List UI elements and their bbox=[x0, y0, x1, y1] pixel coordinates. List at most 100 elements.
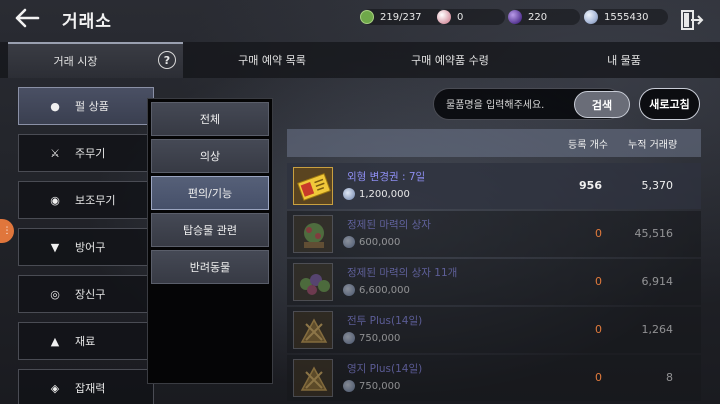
category-accessory[interactable]: ◎ 장신구 bbox=[18, 275, 154, 313]
listed-count: 956 bbox=[579, 179, 602, 192]
item-name: 외형 변경권 : 7일 bbox=[347, 171, 426, 183]
top-bar: 거래소 219/237 0 220 1555430 bbox=[0, 0, 720, 38]
trade-volume: 1,264 bbox=[641, 323, 674, 336]
subcategory-mount[interactable]: 탑승물 관련 bbox=[151, 213, 269, 247]
material-icon: ▲ bbox=[50, 334, 60, 348]
price-value: 600,000 bbox=[359, 236, 401, 248]
tab-market[interactable]: 거래 시장 bbox=[8, 42, 183, 78]
subcategory-label: 편의/기능 bbox=[187, 187, 233, 200]
sub-weapon-icon: ◉ bbox=[50, 193, 60, 207]
silver-coin-icon bbox=[343, 284, 355, 296]
silver-coin-icon bbox=[343, 188, 355, 200]
pearl-icon bbox=[437, 10, 451, 24]
refresh-button[interactable]: 새로고침 bbox=[639, 88, 700, 120]
tab-my-items[interactable]: 내 물품 bbox=[539, 42, 709, 78]
item-name: 정제된 마력의 상자 bbox=[347, 219, 431, 231]
table-row[interactable]: 전투 Plus(14일) 750,000 0 1,264 bbox=[287, 307, 701, 353]
subcategory-convenience[interactable]: 편의/기능 bbox=[151, 176, 269, 210]
category-material[interactable]: ▲ 재료 bbox=[18, 322, 154, 360]
listed-count: 0 bbox=[595, 371, 602, 384]
trade-volume: 8 bbox=[666, 371, 673, 384]
item-price: 750,000 bbox=[343, 332, 400, 344]
exit-icon[interactable] bbox=[680, 9, 704, 31]
item-price: 600,000 bbox=[343, 236, 400, 248]
subcategory-label: 탑승물 관련 bbox=[182, 224, 238, 237]
back-arrow-icon[interactable] bbox=[12, 6, 42, 30]
crystal-value: 220 bbox=[528, 11, 548, 23]
trade-volume: 6,914 bbox=[641, 275, 674, 288]
item-name: 영지 Plus(14일) bbox=[347, 363, 423, 375]
silver-coin-icon bbox=[584, 10, 598, 24]
main-weapon-icon: ⚔ bbox=[50, 146, 60, 160]
header-count: 등록 개수 bbox=[568, 140, 608, 151]
category-label: 장신구 bbox=[75, 288, 106, 301]
listed-count: 0 bbox=[595, 323, 602, 336]
table-row[interactable]: 정제된 마력의 상자 11개 6,600,000 0 6,914 bbox=[287, 259, 701, 305]
subcategory-costume[interactable]: 의상 bbox=[151, 139, 269, 173]
table-row[interactable]: 외형 변경권 : 7일 1,200,000 956 5,370 bbox=[287, 163, 701, 209]
energy-icon bbox=[360, 10, 374, 24]
energy-counter: 219/237 bbox=[360, 9, 446, 25]
plus-buff-icon bbox=[294, 360, 332, 396]
subcategory-label: 반려동물 bbox=[189, 261, 231, 274]
energy-value: 219/237 bbox=[380, 11, 422, 23]
silver-coin-icon bbox=[343, 236, 355, 248]
category-list: ● 펄 상품 ⚔ 주무기 ◉ 보조무기 ▼ 방어구 ◎ 장신구 ▲ 재료 ◈ 잡… bbox=[18, 87, 154, 404]
tab-label: 구매 예약 목록 bbox=[238, 54, 306, 67]
category-pearl-items[interactable]: ● 펄 상품 bbox=[18, 87, 154, 125]
pearl-value: 0 bbox=[457, 11, 464, 23]
table-row[interactable]: 영지 Plus(14일) 750,000 0 8 bbox=[287, 355, 701, 401]
pearl-counter: 0 bbox=[437, 9, 505, 25]
page-title: 거래소 bbox=[62, 12, 112, 32]
silver-value: 1555430 bbox=[604, 11, 649, 23]
magic-box-icon bbox=[294, 216, 332, 252]
search-button[interactable]: 검색 bbox=[574, 91, 630, 118]
category-misc[interactable]: ◈ 잡재력 bbox=[18, 369, 154, 404]
tab-label: 내 물품 bbox=[607, 54, 641, 67]
listed-count: 0 bbox=[595, 275, 602, 288]
category-armor[interactable]: ▼ 방어구 bbox=[18, 228, 154, 266]
subcategory-label: 의상 bbox=[199, 150, 221, 163]
magic-boxes-icon bbox=[294, 264, 332, 300]
tab-reservation-list[interactable]: 구매 예약 목록 bbox=[183, 42, 361, 78]
plus-buff-icon bbox=[294, 312, 332, 348]
price-value: 750,000 bbox=[359, 380, 401, 392]
armor-icon: ▼ bbox=[50, 240, 60, 254]
item-price: 1,200,000 bbox=[343, 188, 410, 200]
tab-reservation-receive[interactable]: 구매 예약품 수령 bbox=[361, 42, 539, 78]
table-row[interactable]: 정제된 마력의 상자 600,000 0 45,516 bbox=[287, 211, 701, 257]
item-thumbnail bbox=[293, 359, 333, 397]
tab-bar: 거래 시장 ? 구매 예약 목록 구매 예약품 수령 내 물품 bbox=[0, 42, 720, 78]
item-price: 6,600,000 bbox=[343, 284, 410, 296]
trade-volume: 5,370 bbox=[641, 179, 674, 192]
category-label: 보조무기 bbox=[75, 194, 116, 207]
search-input[interactable] bbox=[446, 97, 566, 113]
item-name: 정제된 마력의 상자 11개 bbox=[347, 267, 458, 279]
category-sub-weapon[interactable]: ◉ 보조무기 bbox=[18, 181, 154, 219]
item-price: 750,000 bbox=[343, 380, 400, 392]
ticket-icon bbox=[294, 168, 332, 204]
subcategory-pet[interactable]: 반려동물 bbox=[151, 250, 269, 284]
misc-icon: ◈ bbox=[50, 381, 60, 395]
price-value: 750,000 bbox=[359, 332, 401, 344]
tab-label: 거래 시장 bbox=[53, 55, 98, 68]
tab-label: 구매 예약품 수령 bbox=[411, 54, 489, 67]
item-thumbnail bbox=[293, 263, 333, 301]
silver-counter: 1555430 bbox=[584, 9, 668, 25]
trade-volume: 45,516 bbox=[634, 227, 674, 240]
listed-count: 0 bbox=[595, 227, 602, 240]
category-label: 방어구 bbox=[75, 241, 106, 254]
accessory-icon: ◎ bbox=[50, 287, 60, 301]
category-label: 재료 bbox=[75, 335, 96, 348]
item-thumbnail bbox=[293, 167, 333, 205]
help-icon[interactable]: ? bbox=[158, 51, 176, 69]
crystal-icon bbox=[508, 10, 522, 24]
category-main-weapon[interactable]: ⚔ 주무기 bbox=[18, 134, 154, 172]
item-thumbnail bbox=[293, 311, 333, 349]
silver-coin-icon bbox=[343, 380, 355, 392]
subcategory-panel: 전체 의상 편의/기능 탑승물 관련 반려동물 bbox=[147, 98, 273, 384]
price-value: 6,600,000 bbox=[359, 284, 410, 296]
subcategory-all[interactable]: 전체 bbox=[151, 102, 269, 136]
category-label: 잡재력 bbox=[75, 382, 106, 395]
table-header: 등록 개수 누적 거래량 bbox=[287, 129, 701, 157]
